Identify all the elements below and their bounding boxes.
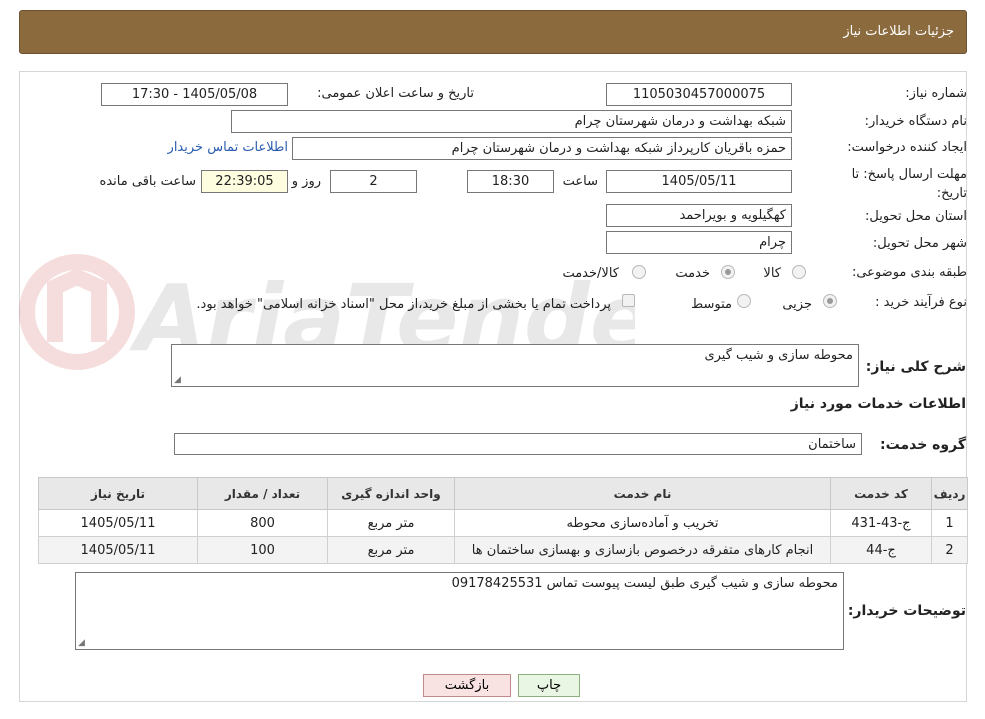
cell-unit: متر مربع <box>327 536 455 564</box>
remaining-time-field: 22:39:05 <box>201 170 288 193</box>
cell-row-number: 1 <box>931 509 968 537</box>
service-group-label: گروه خدمت: <box>880 437 966 453</box>
city-label: شهر محل تحویل: <box>872 236 967 251</box>
col-header-row-number: ردیف <box>931 477 968 510</box>
cell-quantity: 100 <box>197 536 328 564</box>
category-service-radio[interactable] <box>721 265 735 279</box>
days-label: روز و <box>291 174 321 189</box>
need-number-field: 1105030457000075 <box>606 83 792 106</box>
cell-quantity: 800 <box>197 509 328 537</box>
need-summary-label: شرح کلی نیاز: <box>865 359 966 375</box>
service-group-field: ساختمان <box>174 433 862 455</box>
resize-handle-icon[interactable]: ◢ <box>174 375 181 385</box>
deadline-date-field: 1405/05/11 <box>606 170 792 193</box>
process-minor-radio[interactable] <box>823 294 837 308</box>
buyer-org-label: نام دستگاه خریدار: <box>864 114 967 129</box>
city-field: چرام <box>606 231 792 254</box>
need-number-label: شماره نیاز: <box>905 86 967 101</box>
back-button[interactable]: بازگشت <box>423 674 511 697</box>
category-goods-service-label: کالا/خدمت <box>562 266 619 281</box>
process-medium-label: متوسط <box>691 297 732 312</box>
deadline-label: مهلت ارسال پاسخ: تا تاریخ: <box>851 167 967 201</box>
announce-datetime-field: 1405/05/08 - 17:30 <box>101 83 288 106</box>
treasury-payment-note: پرداخت تمام یا بخشی از مبلغ خرید،از محل … <box>196 297 611 312</box>
category-service-label: خدمت <box>675 266 710 281</box>
category-label: طبقه بندی موضوعی: <box>851 265 967 280</box>
table-row: 1 ج-43-431 تخریب و آماده‌سازی محوطه متر … <box>38 509 968 537</box>
cell-need-date: 1405/05/11 <box>38 509 198 537</box>
services-table: ردیف کد خدمت نام خدمت واحد اندازه گیری ت… <box>38 477 968 564</box>
resize-handle-icon[interactable]: ◢ <box>78 638 85 648</box>
cell-service-code: ج-43-431 <box>830 509 932 537</box>
announce-label: تاریخ و ساعت اعلان عمومی: <box>317 86 474 101</box>
col-header-quantity: تعداد / مقدار <box>197 477 328 510</box>
cell-service-code: ج-44 <box>830 536 932 564</box>
buyer-notes-label: توضیحات خریدار: <box>847 603 966 619</box>
province-label: استان محل تحویل: <box>865 209 967 224</box>
col-header-unit: واحد اندازه گیری <box>327 477 455 510</box>
cell-service-name: انجام کارهای متفرقه درخصوص بازسازی و بهس… <box>454 536 831 564</box>
cell-need-date: 1405/05/11 <box>38 536 198 564</box>
services-section-title: اطلاعات خدمات مورد نیاز <box>790 396 966 412</box>
creator-label: ایجاد کننده درخواست: <box>847 140 967 155</box>
cell-unit: متر مربع <box>327 509 455 537</box>
deadline-time-label: ساعت <box>562 174 598 189</box>
col-header-need-date: تاریخ نیاز <box>38 477 198 510</box>
need-summary-text: محوطه سازی و شیب گیری <box>704 348 853 363</box>
need-summary-textarea[interactable]: محوطه سازی و شیب گیری ◢ <box>171 344 859 387</box>
creator-field: حمزه باقریان کارپرداز شبکه بهداشت و درما… <box>292 137 792 160</box>
deadline-time-field: 18:30 <box>467 170 554 193</box>
buyer-org-field: شبکه بهداشت و درمان شهرستان چرام <box>231 110 792 133</box>
col-header-service-code: کد خدمت <box>830 477 932 510</box>
page-title: جزئیات اطلاعات نیاز <box>843 24 954 39</box>
process-type-label: نوع فرآیند خرید : <box>875 295 967 310</box>
process-medium-radio[interactable] <box>737 294 751 308</box>
province-field: کهگیلویه و بویراحمد <box>606 204 792 227</box>
col-header-service-name: نام خدمت <box>454 477 831 510</box>
category-goods-service-radio[interactable] <box>632 265 646 279</box>
days-field: 2 <box>330 170 417 193</box>
page-header: جزئیات اطلاعات نیاز <box>19 10 967 54</box>
table-header-row: ردیف کد خدمت نام خدمت واحد اندازه گیری ت… <box>38 477 968 510</box>
buyer-notes-text: محوطه سازی و شیب گیری طبق لیست پیوست تما… <box>451 576 838 591</box>
remaining-label: ساعت باقی مانده <box>99 174 196 189</box>
print-button[interactable]: چاپ <box>518 674 580 697</box>
cell-service-name: تخریب و آماده‌سازی محوطه <box>454 509 831 537</box>
cell-row-number: 2 <box>931 536 968 564</box>
category-goods-radio[interactable] <box>792 265 806 279</box>
category-goods-label: کالا <box>763 266 781 281</box>
process-minor-label: جزیی <box>782 297 812 312</box>
buyer-contact-link[interactable]: اطلاعات تماس خریدار <box>168 140 288 155</box>
treasury-payment-checkbox[interactable] <box>622 294 635 307</box>
table-row: 2 ج-44 انجام کارهای متفرقه درخصوص بازساز… <box>38 536 968 564</box>
buyer-notes-textarea[interactable]: محوطه سازی و شیب گیری طبق لیست پیوست تما… <box>75 572 844 650</box>
